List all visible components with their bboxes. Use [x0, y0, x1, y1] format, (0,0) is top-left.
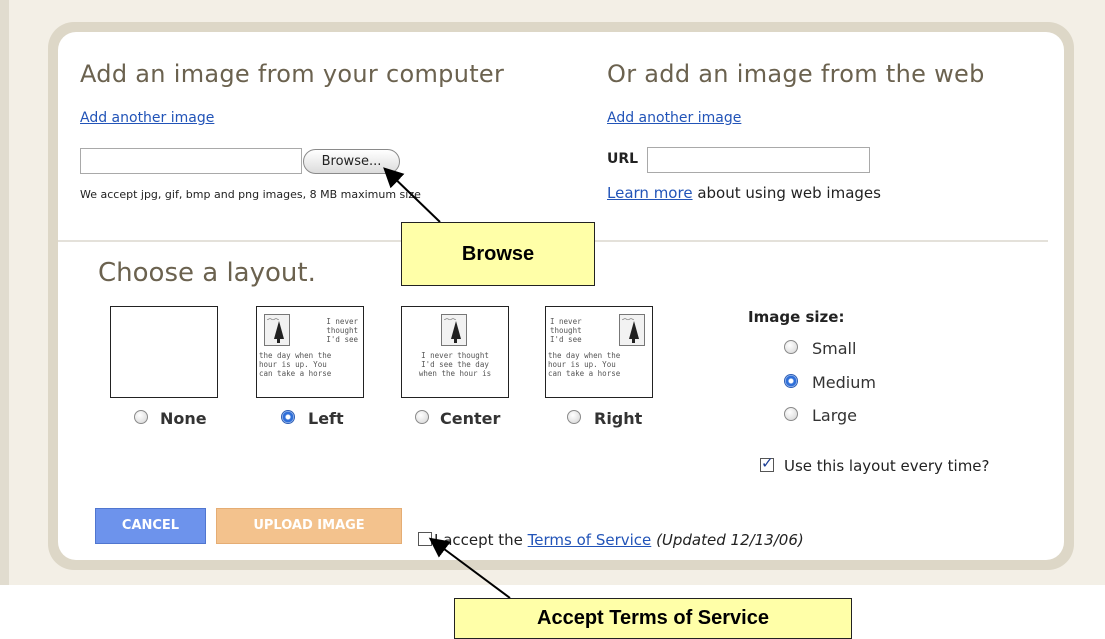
tree-trunk [632, 338, 635, 343]
layout-thumb-none[interactable] [110, 306, 218, 398]
checkmark-icon: ✓ [761, 454, 774, 472]
terms-updated: (Updated 12/13/06) [656, 531, 804, 549]
layout-center-radio[interactable] [415, 410, 429, 424]
sample-text-center: I never thought I'd see the day when the… [418, 351, 492, 378]
sample-text-full: the day when the hour is up. You can tak… [259, 351, 332, 378]
layout-thumb-left[interactable]: ⌒⌒ I never thought I'd see the day when … [256, 306, 364, 398]
learn-more-link[interactable]: Learn more [607, 184, 693, 202]
left-edge-rule [0, 0, 9, 585]
sample-image-icon: ⌒⌒ [619, 314, 645, 346]
layout-center-label: Center [440, 409, 501, 428]
size-small-radio[interactable] [784, 340, 798, 354]
size-small-label: Small [812, 339, 857, 358]
computer-upload-heading: Add an image from your computer [80, 60, 505, 88]
size-medium-radio[interactable] [784, 374, 798, 388]
cancel-button[interactable]: CANCEL [95, 508, 206, 544]
layout-none-radio[interactable] [134, 410, 148, 424]
terms-of-service-link[interactable]: Terms of Service [528, 531, 652, 549]
url-input[interactable] [647, 147, 870, 173]
sample-text-wrap: I never thought I'd see [550, 317, 582, 344]
sample-text-full: the day when the hour is up. You can tak… [548, 351, 621, 378]
layout-right-label: Right [594, 409, 643, 428]
tree-icon [629, 321, 639, 339]
learn-more-line: Learn more about using web images [607, 184, 881, 202]
terms-prefix: I accept the [434, 531, 528, 549]
use-layout-label: Use this layout every time? [784, 457, 990, 475]
layout-thumb-center[interactable]: ⌒⌒ I never thought I'd see the day when … [401, 306, 509, 398]
size-large-label: Large [812, 406, 858, 425]
accept-terms-callout: Accept Terms of Service [454, 598, 852, 639]
add-another-image-link-web[interactable]: Add another image [607, 110, 741, 126]
size-large-radio[interactable] [784, 407, 798, 421]
image-size-heading: Image size: [748, 308, 845, 326]
browse-callout: Browse [401, 222, 595, 286]
browse-button[interactable]: Browse... [303, 149, 400, 174]
sample-text-wrap: I never thought I'd see [326, 317, 358, 344]
tree-trunk [454, 338, 457, 343]
layout-thumb-right[interactable]: ⌒⌒ I never thought I'd see the day when … [545, 306, 653, 398]
layout-left-label: Left [308, 409, 344, 428]
sample-image-icon: ⌒⌒ [441, 314, 467, 346]
size-medium-label: Medium [812, 373, 876, 392]
use-layout-checkbox[interactable]: ✓ [760, 454, 774, 472]
layout-right-radio[interactable] [567, 410, 581, 424]
tree-icon [451, 321, 461, 339]
terms-line: I accept the Terms of Service (Updated 1… [434, 531, 804, 549]
learn-more-text: about using web images [692, 184, 881, 202]
add-another-image-link-computer[interactable]: Add another image [80, 110, 214, 126]
layout-left-radio[interactable] [281, 410, 295, 424]
web-upload-heading: Or add an image from the web [607, 60, 985, 88]
accept-terms-checkbox[interactable] [418, 532, 432, 546]
upload-image-button[interactable]: UPLOAD IMAGE [216, 508, 402, 544]
url-label: URL [607, 151, 639, 167]
layout-none-label: None [160, 409, 207, 428]
file-format-note: We accept jpg, gif, bmp and png images, … [80, 188, 421, 201]
layout-heading: Choose a layout. [98, 258, 316, 288]
file-path-input[interactable] [80, 148, 302, 174]
